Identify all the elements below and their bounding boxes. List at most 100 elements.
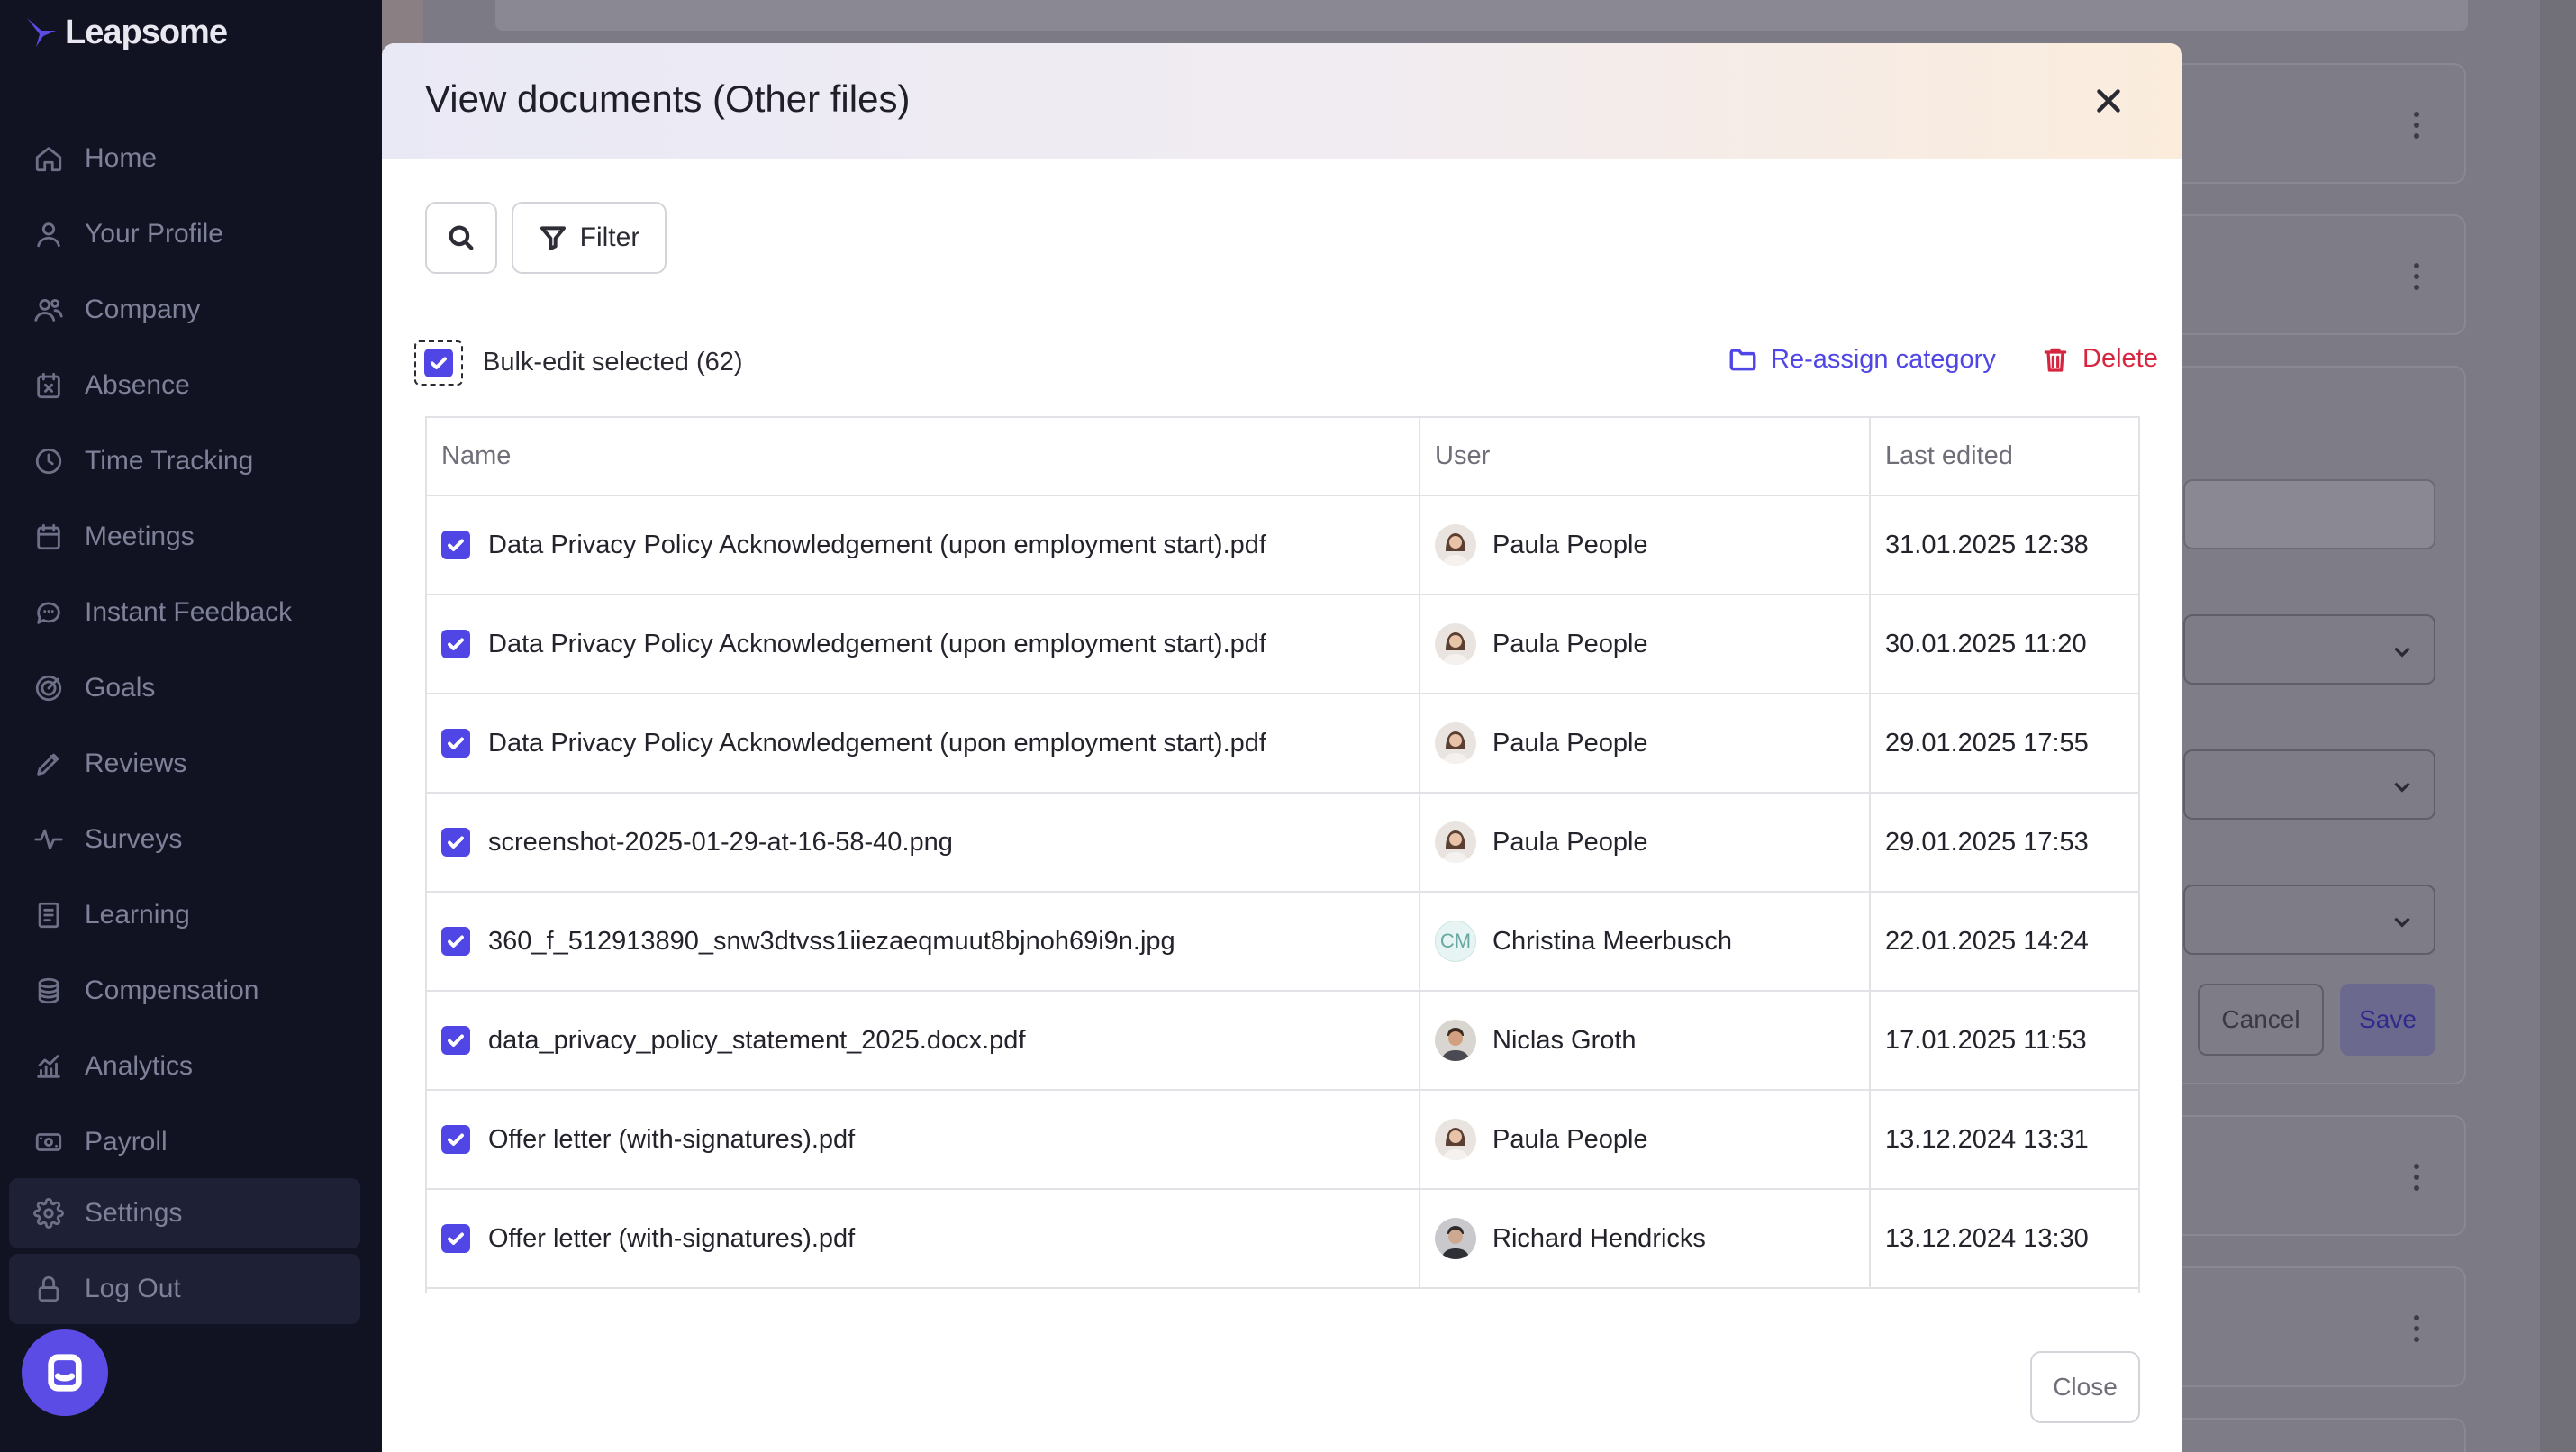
background-cancel-button[interactable]: Cancel	[2198, 984, 2324, 1056]
row-checkbox[interactable]	[441, 828, 470, 857]
user-name: Paula People	[1492, 530, 1648, 559]
table-row[interactable]: 360_f_512913890_snw3dtvss1iiezaeqmuut8bj…	[427, 892, 2138, 992]
sidebar-item-label: Settings	[85, 1198, 183, 1228]
last-edited-cell: 31.01.2025 12:38	[1870, 495, 2138, 595]
file-name[interactable]: Data Privacy Policy Acknowledgement (upo…	[488, 531, 1266, 560]
reassign-category-button[interactable]: Re-assign category	[1728, 344, 1996, 375]
table-row[interactable]: data_privacy_policy_statement_2025.docx.…	[427, 991, 2138, 1091]
bulk-edit-bar: Bulk-edit selected (62) Re-assign catego…	[414, 340, 2158, 395]
background-text-field[interactable]	[2183, 479, 2435, 549]
sidebar-item-settings[interactable]: Settings	[9, 1178, 360, 1248]
sidebar-item-absence[interactable]: Absence	[0, 353, 382, 418]
documents-table: Name User Last edited Data Privacy Polic…	[425, 416, 2140, 1293]
table-row[interactable]: Data Privacy Policy Acknowledgement (upo…	[427, 694, 2138, 794]
last-edited-cell: 29.01.2025 17:53	[1870, 793, 2138, 893]
filter-button[interactable]: Filter	[512, 202, 667, 274]
bulk-select-checkbox[interactable]	[414, 340, 463, 386]
sidebar-item-payroll[interactable]: Payroll	[0, 1110, 382, 1175]
kebab-menu-icon[interactable]	[2414, 112, 2419, 144]
kebab-menu-icon[interactable]	[2414, 1164, 2419, 1196]
sidebar: Leapsome Home Your Profile Company Absen…	[0, 0, 382, 1452]
lock-icon	[31, 1271, 67, 1307]
file-name[interactable]: 360_f_512913890_snw3dtvss1iiezaeqmuut8bj…	[488, 927, 1175, 957]
background-select[interactable]	[2183, 749, 2435, 820]
sidebar-item-analytics[interactable]: Analytics	[0, 1034, 382, 1099]
chat-bubble-icon	[31, 594, 67, 631]
chat-icon	[48, 1354, 82, 1392]
leapsome-logo[interactable]: Leapsome	[23, 7, 228, 58]
users-icon	[31, 292, 67, 328]
search-button[interactable]	[425, 202, 497, 274]
row-checkbox[interactable]	[441, 531, 470, 559]
table-row[interactable]: Offer letter (with-signatures).pdf Richa…	[427, 1189, 2138, 1289]
file-name[interactable]: screenshot-2025-01-29-at-16-58-40.png	[488, 828, 953, 858]
user-cell: Richard Hendricks	[1420, 1189, 1871, 1289]
background-select[interactable]	[2183, 885, 2435, 955]
file-name[interactable]: Offer letter (with-signatures).pdf	[488, 1125, 855, 1155]
sidebar-item-label: Company	[85, 295, 201, 324]
sidebar-item-home[interactable]: Home	[0, 126, 382, 191]
sidebar-item-your-profile[interactable]: Your Profile	[0, 202, 382, 267]
book-icon	[31, 897, 67, 933]
user-name: Christina Meerbusch	[1492, 926, 1732, 956]
name-cell: Offer letter (with-signatures).pdf	[427, 1189, 1420, 1289]
table-row[interactable]: Data Privacy Policy Acknowledgement (upo…	[427, 495, 2138, 595]
user-name: Paula People	[1492, 629, 1648, 658]
sidebar-item-label: Your Profile	[85, 219, 223, 249]
table-row[interactable]: Offer letter (with-signatures).pdf Paula…	[427, 1090, 2138, 1190]
sidebar-item-surveys[interactable]: Surveys	[0, 807, 382, 872]
last-edited-cell: 13.12.2024 13:31	[1870, 1090, 2138, 1190]
sidebar-item-instant-feedback[interactable]: Instant Feedback	[0, 580, 382, 645]
user-cell: Paula People	[1420, 495, 1871, 595]
user-name: Paula People	[1492, 1124, 1648, 1154]
brand-name: Leapsome	[65, 13, 228, 51]
calendar-x-icon	[31, 368, 67, 404]
sidebar-item-compensation[interactable]: Compensation	[0, 958, 382, 1023]
sidebar-item-goals[interactable]: Goals	[0, 656, 382, 721]
last-edited-cell: 13.12.2024 13:30	[1870, 1189, 2138, 1289]
sidebar-item-label: Log Out	[85, 1274, 181, 1303]
chat-launcher-button[interactable]	[22, 1329, 108, 1416]
sidebar-item-meetings[interactable]: Meetings	[0, 504, 382, 569]
background-select[interactable]	[2183, 614, 2435, 685]
column-header-name[interactable]: Name	[427, 418, 1420, 496]
kebab-menu-icon[interactable]	[2414, 1315, 2419, 1348]
filter-icon	[540, 226, 566, 250]
table-row[interactable]: screenshot-2025-01-29-at-16-58-40.png Pa…	[427, 793, 2138, 893]
name-cell: Data Privacy Policy Acknowledgement (upo…	[427, 495, 1420, 595]
row-checkbox[interactable]	[441, 630, 470, 658]
file-name[interactable]: Data Privacy Policy Acknowledgement (upo…	[488, 630, 1266, 659]
user-cell: Paula People	[1420, 793, 1871, 893]
column-header-last-edited[interactable]: Last edited	[1870, 418, 2138, 496]
filter-label: Filter	[579, 222, 640, 252]
row-checkbox[interactable]	[441, 729, 470, 758]
bulk-edit-label: Bulk-edit selected (62)	[483, 348, 743, 377]
kebab-menu-icon[interactable]	[2414, 263, 2419, 295]
user-name: Paula People	[1492, 827, 1648, 857]
user-cell: Paula People	[1420, 1090, 1871, 1190]
close-button[interactable]: Close	[2030, 1351, 2140, 1423]
column-header-user[interactable]: User	[1420, 418, 1871, 496]
file-name[interactable]: Data Privacy Policy Acknowledgement (upo…	[488, 729, 1266, 758]
bar-chart-icon	[31, 1048, 67, 1084]
close-modal-button[interactable]	[2087, 79, 2130, 123]
table-row[interactable]: Data Privacy Policy Acknowledgement (upo…	[427, 594, 2138, 694]
file-name[interactable]: data_privacy_policy_statement_2025.docx.…	[488, 1026, 1026, 1056]
sidebar-item-learning[interactable]: Learning	[0, 883, 382, 948]
background-save-button[interactable]: Save	[2340, 984, 2435, 1056]
sidebar-item-reviews[interactable]: Reviews	[0, 731, 382, 796]
file-name[interactable]: Offer letter (with-signatures).pdf	[488, 1224, 855, 1254]
sidebar-item-logout[interactable]: Log Out	[9, 1254, 360, 1324]
sidebar-item-company[interactable]: Company	[0, 277, 382, 342]
delete-button[interactable]: Delete	[2041, 344, 2158, 374]
user-cell: Paula People	[1420, 694, 1871, 794]
row-checkbox[interactable]	[441, 1224, 470, 1253]
name-cell: screenshot-2025-01-29-at-16-58-40.png	[427, 793, 1420, 893]
checkbox-checked	[424, 349, 453, 377]
user-name: Niclas Groth	[1492, 1025, 1637, 1055]
row-checkbox[interactable]	[441, 1125, 470, 1154]
row-checkbox[interactable]	[441, 1026, 470, 1055]
sidebar-item-time-tracking[interactable]: Time Tracking	[0, 429, 382, 494]
view-documents-modal: View documents (Other files) Filter Bulk…	[382, 43, 2182, 1452]
row-checkbox[interactable]	[441, 927, 470, 956]
